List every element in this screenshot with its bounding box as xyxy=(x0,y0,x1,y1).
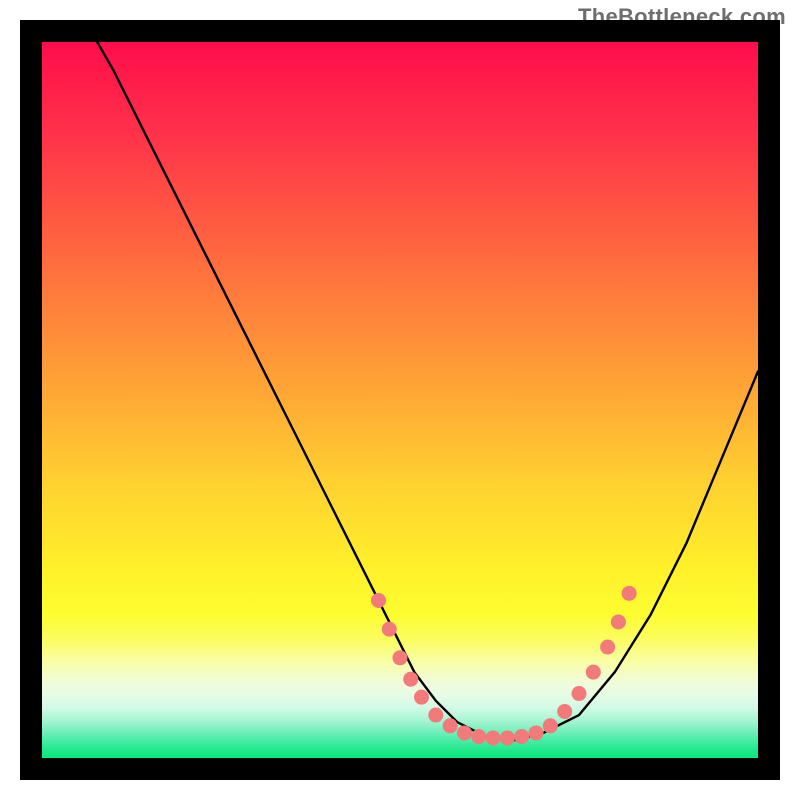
chart-stage: TheBottleneck.com xyxy=(0,0,800,800)
curve-marker xyxy=(586,665,601,680)
curve-marker xyxy=(471,729,486,744)
curve-marker xyxy=(371,593,386,608)
bottleneck-curve xyxy=(85,42,758,740)
curve-marker xyxy=(514,729,529,744)
curve-marker xyxy=(622,586,637,601)
curve-marker xyxy=(529,725,544,740)
curve-marker xyxy=(457,725,472,740)
curve-marker xyxy=(414,690,429,705)
plot-frame xyxy=(20,20,780,780)
chart-svg xyxy=(42,42,758,758)
curve-marker xyxy=(572,686,587,701)
curve-marker xyxy=(382,622,397,637)
curve-marker xyxy=(500,730,515,745)
curve-marker xyxy=(557,704,572,719)
curve-marker xyxy=(543,718,558,733)
curve-marker xyxy=(428,708,443,723)
curve-marker xyxy=(443,718,458,733)
curve-marker xyxy=(611,614,626,629)
curve-marker xyxy=(600,640,615,655)
curve-marker xyxy=(393,650,408,665)
curve-marker xyxy=(486,730,501,745)
curve-marker xyxy=(403,672,418,687)
